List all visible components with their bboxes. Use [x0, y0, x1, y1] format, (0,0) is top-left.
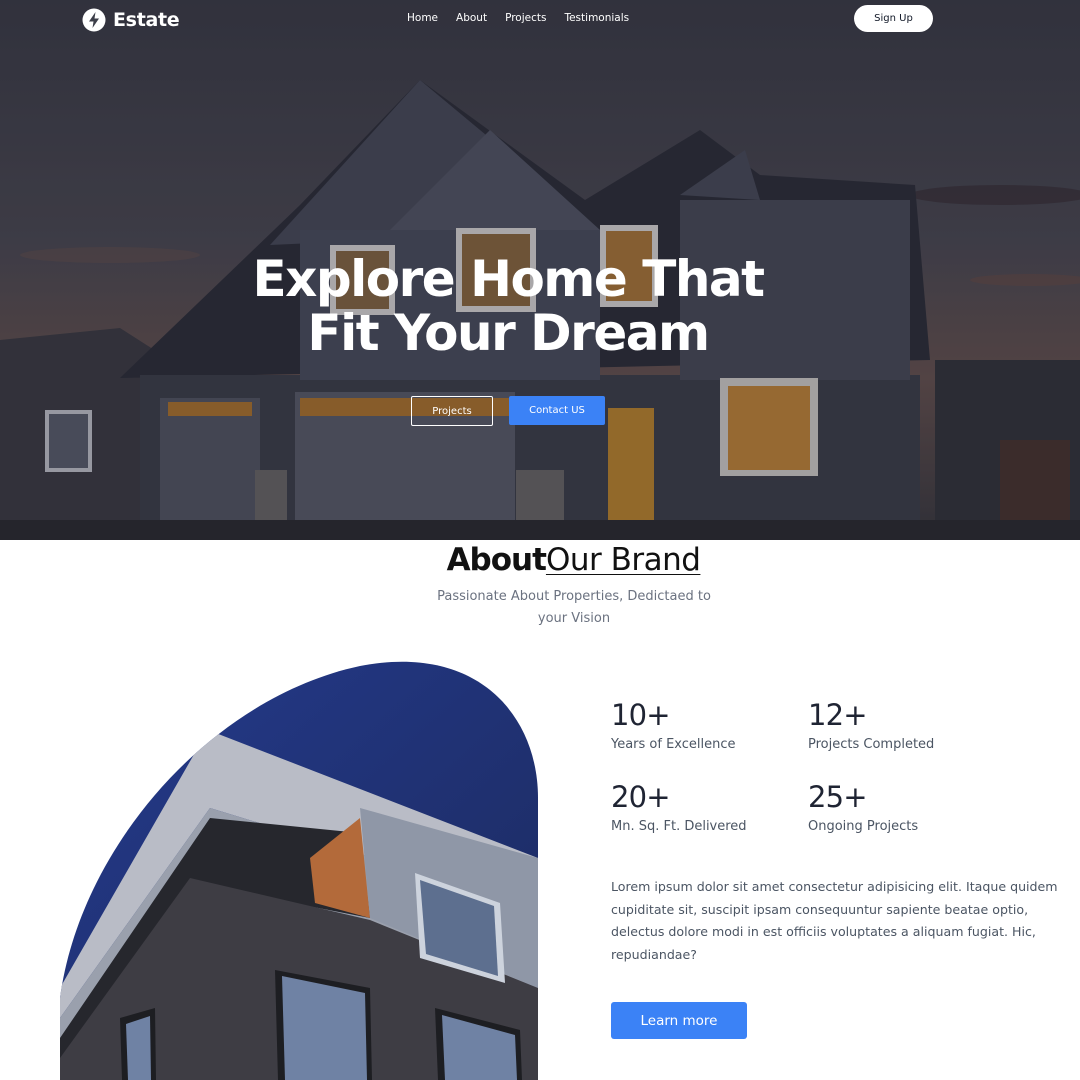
brand-logo[interactable]: Estate [82, 8, 180, 32]
nav-link-projects[interactable]: Projects [505, 12, 546, 24]
hero-title: Explore Home That Fit Your Dream [0, 252, 1016, 360]
learn-more-button[interactable]: Learn more [611, 1002, 747, 1039]
about-body-text: Lorem ipsum dolor sit amet consectetur a… [611, 879, 1058, 962]
stat-ongoing-projects: 25+ Ongoing Projects [808, 780, 918, 836]
nav-link-testimonials[interactable]: Testimonials [564, 12, 629, 24]
main-nav: Home About Projects Testimonials [407, 12, 647, 24]
stat-value: 20+ [611, 780, 671, 814]
stat-label: Ongoing Projects [808, 819, 919, 834]
projects-button[interactable]: Projects [411, 396, 493, 426]
stat-label: Projects Completed [808, 737, 935, 752]
about-heading-bold: About [446, 542, 547, 578]
about-subtitle: Passionate About Properties, Dedictaed t… [437, 589, 711, 626]
nav-link-about[interactable]: About [456, 12, 487, 24]
stat-value: 10+ [611, 698, 671, 732]
stat-projects-completed: 12+ Projects Completed [808, 698, 934, 754]
brand-name: Estate [113, 9, 180, 31]
contact-us-button[interactable]: Contact US [509, 396, 605, 425]
stat-value: 25+ [808, 780, 868, 814]
sign-up-button[interactable]: Sign Up [854, 5, 933, 32]
stat-years: 10+ Years of Excellence [611, 698, 736, 754]
about-heading-light: Our Brand [545, 542, 701, 578]
building-image [60, 661, 538, 1080]
stat-label: Years of Excellence [611, 737, 736, 752]
stat-value: 12+ [808, 698, 868, 732]
about-heading: AboutOur Brand [0, 540, 1080, 580]
lightning-bolt-icon [82, 8, 106, 32]
hero-title-line-1: Explore Home That [252, 250, 765, 308]
stat-sqft-delivered: 20+ Mn. Sq. Ft. Delivered [611, 780, 747, 836]
hero-title-line-2: Fit Your Dream [307, 304, 710, 362]
hero-section: Estate Home About Projects Testimonials … [0, 0, 1080, 540]
stat-label: Mn. Sq. Ft. Delivered [611, 819, 747, 834]
nav-link-home[interactable]: Home [407, 12, 438, 24]
